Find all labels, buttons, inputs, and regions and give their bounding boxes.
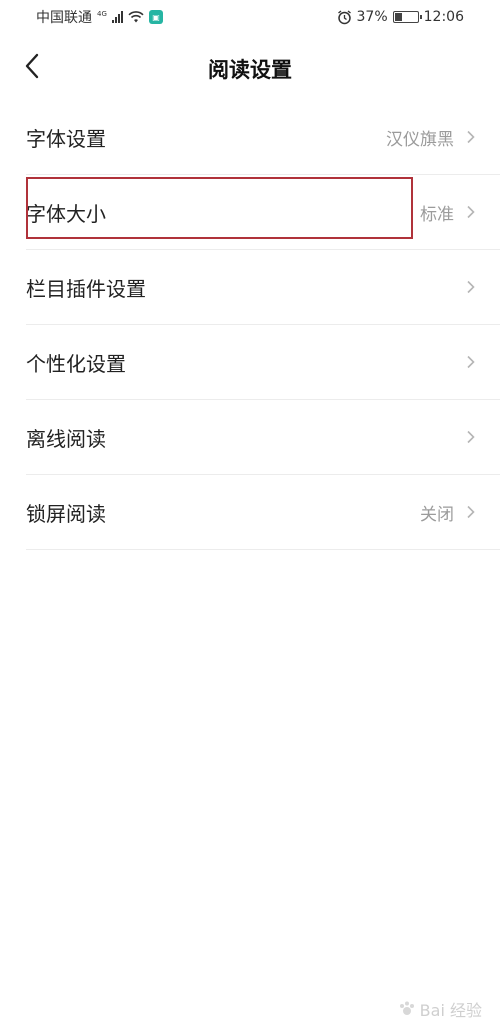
settings-list: 字体设置 汉仪旗黑字体大小 标准栏目插件设置 个性化设置离线阅读锁屏阅读 关闭 — [0, 100, 500, 550]
status-left: 中国联通 4G ▣ — [36, 7, 163, 27]
paw-icon — [399, 1001, 414, 1015]
signal-icon — [112, 11, 123, 23]
settings-row-personalization-setting[interactable]: 个性化设置 — [26, 325, 500, 400]
settings-row-right — [454, 430, 476, 444]
wifi-icon — [128, 11, 144, 23]
carrier-name: 中国联通 — [36, 10, 92, 26]
chevron-right-icon — [467, 280, 475, 294]
alarm-icon — [337, 9, 351, 24]
settings-row-right: 关闭 — [420, 500, 476, 525]
header: 阅读设置 — [0, 34, 500, 100]
settings-row-column-plugin-setting[interactable]: 栏目插件设置 — [26, 250, 500, 325]
settings-row-right: 汉仪旗黑 — [386, 125, 476, 150]
settings-row-value: 汉仪旗黑 — [386, 129, 454, 150]
status-right: 37% 12:06 — [337, 9, 464, 25]
watermark: Bai 经验 — [398, 997, 482, 1021]
chevron-right-icon — [467, 505, 475, 519]
chevron-right-icon — [467, 130, 475, 144]
watermark-text: Bai 经验 — [419, 1001, 482, 1020]
app-notification-icon: ▣ — [149, 10, 163, 24]
battery-icon — [392, 11, 422, 23]
settings-row-value: 关闭 — [420, 504, 454, 525]
battery-percent: 37% — [356, 9, 388, 25]
settings-row-value: 标准 — [420, 204, 454, 225]
settings-row-label: 字体大小 — [26, 201, 106, 226]
status-bar: 中国联通 4G ▣ 37% 12:06 — [0, 0, 500, 34]
settings-row-label: 锁屏阅读 — [26, 501, 106, 526]
settings-row-right: 标准 — [420, 200, 476, 225]
settings-row-label: 个性化设置 — [26, 351, 126, 376]
settings-row-right — [454, 280, 476, 294]
settings-row-label: 栏目插件设置 — [26, 276, 146, 301]
settings-row-offline-reading[interactable]: 离线阅读 — [26, 400, 500, 475]
settings-row-right — [454, 355, 476, 369]
settings-row-label: 字体设置 — [26, 126, 106, 151]
settings-row-lockscreen-reading[interactable]: 锁屏阅读 关闭 — [26, 475, 500, 550]
chevron-right-icon — [467, 205, 475, 219]
chevron-right-icon — [467, 430, 475, 444]
clock: 12:06 — [423, 9, 464, 25]
network-type: 4G — [97, 9, 107, 18]
battery-fill — [394, 13, 403, 21]
settings-row-font-setting[interactable]: 字体设置 汉仪旗黑 — [26, 100, 500, 175]
chevron-right-icon — [467, 355, 475, 369]
page-title: 阅读设置 — [208, 58, 292, 82]
settings-row-font-size[interactable]: 字体大小 标准 — [26, 175, 500, 250]
settings-row-label: 离线阅读 — [26, 426, 106, 451]
